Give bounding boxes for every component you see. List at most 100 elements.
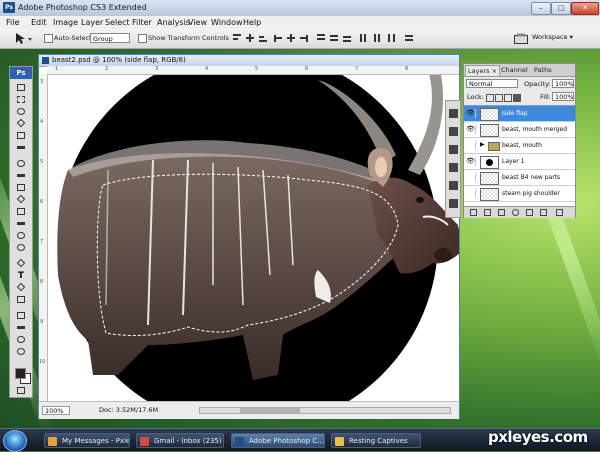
foreground-color-swatch[interactable] — [15, 368, 26, 379]
type-tool-icon[interactable]: T — [14, 271, 28, 281]
marquee-tool[interactable] — [14, 95, 28, 105]
ruler-left[interactable]: 3 4 5 6 7 8 9 10 — [39, 74, 48, 401]
bridge-icon[interactable] — [514, 33, 528, 44]
zoom-field[interactable]: 100% — [42, 406, 70, 415]
shape-tool[interactable] — [14, 295, 28, 305]
crop-tool[interactable] — [14, 131, 28, 141]
quick-mask-button[interactable] — [14, 386, 28, 396]
menu-edit[interactable]: Edit — [31, 18, 47, 27]
layer-visibility-toggle[interactable] — [466, 173, 476, 182]
history-brush-tool[interactable] — [14, 194, 28, 205]
slice-tool[interactable] — [14, 143, 28, 153]
close-button[interactable]: ✕ — [571, 2, 599, 15]
workspace-menu[interactable]: Workspace ▾ — [532, 33, 573, 41]
image-canvas[interactable] — [48, 75, 459, 401]
start-button[interactable] — [3, 430, 27, 452]
distribute-vcenter-icon[interactable] — [329, 33, 339, 43]
align-left-icon[interactable] — [273, 33, 283, 43]
new-layer-icon[interactable] — [540, 209, 547, 216]
align-bottom-icon[interactable] — [258, 33, 268, 43]
maximize-button[interactable]: □ — [551, 2, 571, 15]
taskbar-item[interactable]: Resting Captives — [331, 433, 421, 448]
healing-brush-tool[interactable] — [14, 159, 28, 169]
move-tool-icon[interactable] — [14, 32, 34, 45]
blend-mode-dropdown[interactable]: Normal — [466, 79, 518, 88]
pen-tool[interactable] — [14, 258, 28, 269]
distribute-hcenter-icon[interactable] — [372, 33, 382, 43]
auto-select-dropdown[interactable]: Group — [90, 33, 130, 43]
scrollbar-thumb[interactable] — [240, 408, 300, 413]
brushes-panel-icon[interactable] — [449, 145, 458, 154]
layer-visibility-eye-icon[interactable]: 👁 — [466, 109, 476, 118]
menu-analysis[interactable]: Analysis — [157, 18, 190, 27]
layer-style-icon[interactable] — [484, 209, 491, 216]
layer-row[interactable]: 👁 beast, mouth merged — [464, 122, 575, 138]
adjustment-layer-icon[interactable] — [512, 209, 519, 216]
brush-tool[interactable] — [14, 171, 28, 181]
actions-panel-icon[interactable] — [449, 127, 458, 136]
layer-row[interactable]: 👁 Layer 1 — [464, 154, 575, 170]
lock-position-icon[interactable] — [504, 94, 512, 102]
tool-presets-panel-icon[interactable] — [449, 181, 458, 190]
opacity-field[interactable]: 100% — [552, 79, 574, 88]
distribute-left-icon[interactable] — [359, 33, 369, 43]
layer-visibility-eye-icon[interactable]: 👁 — [466, 157, 476, 166]
magic-wand-tool[interactable] — [14, 118, 28, 129]
tab-paths[interactable]: Paths — [532, 65, 554, 75]
eyedropper-tool[interactable] — [14, 323, 28, 333]
path-selection-tool[interactable] — [14, 282, 28, 293]
taskbar-item[interactable]: Adobe Photoshop C... — [231, 433, 325, 448]
delete-layer-icon[interactable] — [556, 209, 563, 216]
new-group-icon[interactable] — [526, 209, 533, 216]
lock-pixels-icon[interactable] — [495, 94, 503, 102]
align-right-icon[interactable] — [299, 33, 309, 43]
link-layers-icon[interactable] — [470, 209, 477, 216]
color-swatches[interactable] — [14, 367, 31, 384]
ruler-top[interactable]: 1 2 3 4 5 6 7 8 — [47, 66, 459, 75]
group-expand-icon[interactable]: ▶ — [480, 141, 485, 148]
history-panel-icon[interactable] — [449, 109, 458, 118]
layer-row[interactable]: steam pig shoulder — [464, 186, 575, 202]
eraser-tool[interactable] — [14, 207, 28, 217]
show-transform-checkbox[interactable] — [138, 34, 147, 43]
align-hcenter-icon[interactable] — [286, 33, 296, 43]
notes-tool[interactable] — [14, 311, 28, 321]
distribute-top-icon[interactable] — [316, 33, 326, 43]
menu-view[interactable]: View — [188, 18, 207, 27]
taskbar-item[interactable]: My Messages - Pxle... — [44, 433, 130, 448]
menu-window[interactable]: Window — [211, 18, 243, 27]
menu-select[interactable]: Select — [105, 18, 130, 27]
document-size-info[interactable]: Doc: 3.52M/17.6M — [99, 406, 158, 414]
zoom-tool[interactable] — [14, 347, 28, 357]
horizontal-scrollbar[interactable] — [199, 407, 451, 414]
clone-stamp-tool[interactable] — [14, 183, 28, 193]
menu-file[interactable]: File — [6, 18, 19, 27]
layer-visibility-toggle[interactable] — [466, 189, 476, 198]
gradient-tool[interactable] — [14, 219, 28, 229]
layer-row[interactable]: beast B4 new parts — [464, 170, 575, 186]
fill-field[interactable]: 100% — [552, 92, 574, 101]
layer-visibility-toggle[interactable] — [466, 141, 476, 150]
menu-filter[interactable]: Filter — [132, 18, 152, 27]
align-top-icon[interactable] — [232, 33, 242, 43]
menu-image[interactable]: Image — [53, 18, 78, 27]
distribute-right-icon[interactable] — [385, 33, 395, 43]
distribute-bottom-icon[interactable] — [342, 33, 352, 43]
move-tool[interactable] — [14, 83, 28, 93]
auto-align-icon[interactable] — [404, 33, 414, 43]
menu-layer[interactable]: Layer — [81, 18, 103, 27]
auto-select-checkbox[interactable] — [44, 34, 53, 43]
dodge-tool[interactable] — [14, 243, 28, 253]
minimize-button[interactable]: – — [531, 2, 551, 15]
lasso-tool[interactable] — [14, 107, 28, 117]
tab-layers[interactable]: Layers × — [465, 65, 501, 76]
clone-source-panel-icon[interactable] — [449, 163, 458, 172]
lock-transparency-icon[interactable] — [486, 94, 494, 102]
tab-channels[interactable]: Channel — [499, 65, 530, 75]
layer-mask-icon[interactable] — [498, 209, 505, 216]
menu-help[interactable]: Help — [243, 18, 261, 27]
blur-tool[interactable] — [14, 231, 28, 241]
taskbar-item[interactable]: Gmail - Inbox (235) ... — [136, 433, 224, 448]
layer-visibility-eye-icon[interactable]: 👁 — [466, 125, 476, 134]
hand-tool[interactable] — [14, 335, 28, 345]
